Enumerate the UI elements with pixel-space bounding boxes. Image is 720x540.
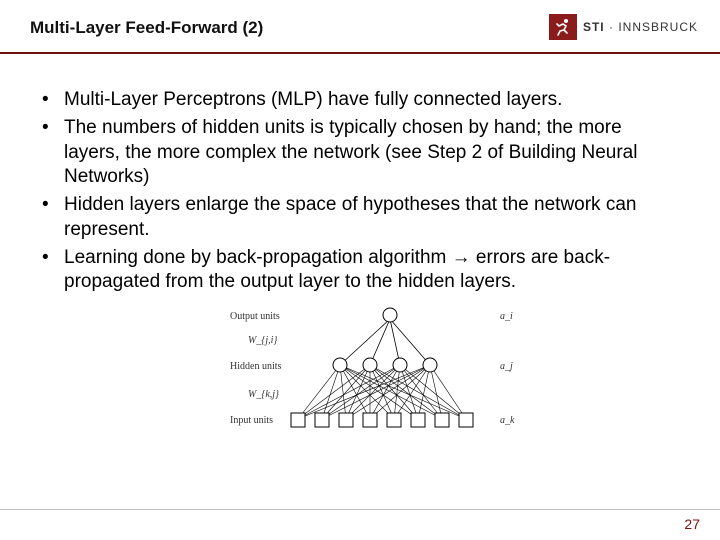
runner-icon (549, 14, 577, 40)
label-wkj: W_{k,j} (248, 389, 279, 400)
bullet-item: Hidden layers enlarge the space of hypot… (38, 193, 682, 242)
bullet-item: Multi-Layer Perceptrons (MLP) have fully… (38, 88, 682, 112)
network-diagram: Output units Hidden units Input units W_… (38, 301, 682, 441)
brand-text: STI · INNSBRUCK (583, 20, 698, 34)
edges-input-to-hidden (298, 365, 466, 419)
label-aj: a_j (500, 361, 513, 372)
slide-header: Multi-Layer Feed-Forward (2) STI · INNSB… (0, 0, 720, 44)
bullet-list: Multi-Layer Perceptrons (MLP) have fully… (38, 88, 682, 295)
output-node (383, 308, 397, 322)
label-input: Input units (230, 415, 273, 426)
edges-hidden-to-output (340, 319, 430, 365)
label-ai: a_i (500, 311, 513, 322)
slide-body: Multi-Layer Perceptrons (MLP) have fully… (0, 54, 720, 441)
hidden-nodes (333, 358, 437, 372)
slide: Multi-Layer Feed-Forward (2) STI · INNSB… (0, 0, 720, 540)
label-ak: a_k (500, 415, 515, 426)
bullet-item: The numbers of hidden units is typically… (38, 116, 682, 189)
label-hidden: Hidden units (230, 361, 281, 372)
brand-bold: STI (583, 20, 605, 34)
bullet-item: Learning done by back-propagation algori… (38, 246, 682, 295)
footer-rule (0, 509, 720, 510)
label-wji: W_{j,i} (248, 335, 277, 346)
brand-rest: INNSBRUCK (618, 20, 698, 34)
page-number: 27 (684, 516, 700, 532)
label-output: Output units (230, 311, 280, 322)
brand-logo: STI · INNSBRUCK (549, 14, 698, 40)
brand-dot: · (605, 20, 619, 34)
input-nodes (291, 413, 473, 427)
